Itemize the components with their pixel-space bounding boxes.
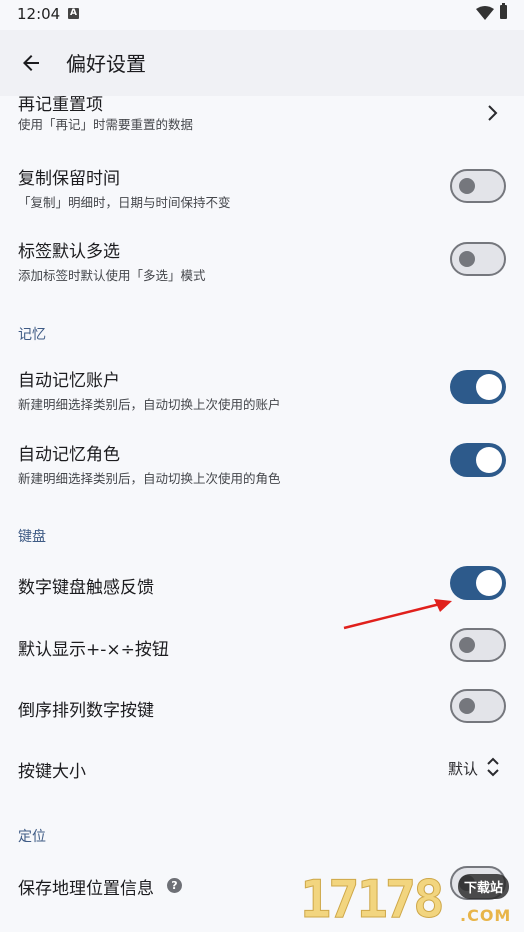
row-subtitle: 新建明细选择类别后，自动切换上次使用的账户 bbox=[18, 397, 281, 412]
app-bar: 偏好设置 bbox=[0, 30, 524, 96]
row-title: 数字键盘触感反馈 bbox=[18, 578, 154, 598]
auto-remember-role-row[interactable]: 自动记忆角色 新建明细选择类别后，自动切换上次使用的角色 bbox=[0, 430, 524, 490]
row-title: 自动记忆账户 bbox=[18, 371, 120, 391]
status-time: 12:04 bbox=[17, 5, 61, 23]
notification-icon: A bbox=[68, 8, 79, 19]
section-header-memory: 记忆 bbox=[18, 327, 46, 343]
row-title: 再记重置项 bbox=[18, 96, 103, 115]
section-header-keyboard: 键盘 bbox=[18, 529, 46, 545]
unfold-more-icon[interactable] bbox=[486, 756, 500, 778]
row-subtitle: 新建明细选择类别后，自动切换上次使用的角色 bbox=[18, 471, 281, 486]
watermark-badge: 下载站 bbox=[458, 874, 510, 899]
back-arrow-icon[interactable] bbox=[19, 51, 43, 75]
section-header-location: 定位 bbox=[18, 829, 46, 845]
row-title: 默认显示+-×÷按钮 bbox=[18, 640, 169, 660]
row-subtitle: 添加标签时默认使用「多选」模式 bbox=[18, 268, 206, 283]
auto-remember-account-row[interactable]: 自动记忆账户 新建明细选择类别后，自动切换上次使用的账户 bbox=[0, 356, 524, 416]
row-title: 标签默认多选 bbox=[18, 242, 120, 262]
row-title: 自动记忆角色 bbox=[18, 445, 120, 465]
status-bar: 12:04 A bbox=[0, 0, 524, 30]
page-title: 偏好设置 bbox=[66, 52, 146, 76]
row-title: 保存地理位置信息 bbox=[18, 879, 154, 899]
row-subtitle: 使用「再记」时需要重置的数据 bbox=[18, 117, 194, 132]
keypad-haptic-row[interactable]: 数字键盘触感反馈 bbox=[0, 556, 524, 612]
reverse-digit-order-row[interactable]: 倒序排列数字按键 bbox=[0, 679, 524, 735]
auto-remember-account-switch[interactable] bbox=[450, 370, 506, 404]
key-size-row[interactable]: 按键大小 默认 bbox=[0, 740, 524, 796]
key-size-value[interactable]: 默认 bbox=[448, 758, 478, 779]
battery-icon bbox=[500, 3, 507, 19]
row-title: 倒序排列数字按键 bbox=[18, 701, 154, 721]
row-subtitle: 「复制」明细时，日期与时间保持不变 bbox=[18, 195, 231, 210]
help-icon[interactable]: ? bbox=[167, 878, 182, 893]
watermark-digits: 17178 bbox=[300, 870, 446, 931]
watermark-logo: 17178 下载站 .COM bbox=[300, 868, 524, 932]
preferences-list[interactable]: 再记重置项 使用「再记」时需要重置的数据 复制保留时间 「复制」明细时，日期与时… bbox=[0, 96, 524, 932]
auto-remember-role-switch[interactable] bbox=[450, 443, 506, 477]
copy-keep-time-switch[interactable] bbox=[450, 169, 506, 203]
reset-items-row[interactable]: 再记重置项 使用「再记」时需要重置的数据 bbox=[0, 96, 524, 136]
row-title: 按键大小 bbox=[18, 762, 86, 782]
copy-keep-time-row[interactable]: 复制保留时间 「复制」明细时，日期与时间保持不变 bbox=[0, 154, 524, 214]
watermark-domain: .COM bbox=[460, 906, 512, 925]
tag-multi-select-row[interactable]: 标签默认多选 添加标签时默认使用「多选」模式 bbox=[0, 227, 524, 287]
keypad-haptic-switch[interactable] bbox=[450, 566, 506, 600]
show-operator-buttons-switch[interactable] bbox=[450, 628, 506, 662]
tag-multi-select-switch[interactable] bbox=[450, 242, 506, 276]
chevron-right-icon bbox=[488, 105, 498, 121]
reverse-digit-order-switch[interactable] bbox=[450, 689, 506, 723]
show-operator-buttons-row[interactable]: 默认显示+-×÷按钮 bbox=[0, 618, 524, 674]
wifi-icon bbox=[476, 6, 494, 20]
row-title: 复制保留时间 bbox=[18, 169, 120, 189]
